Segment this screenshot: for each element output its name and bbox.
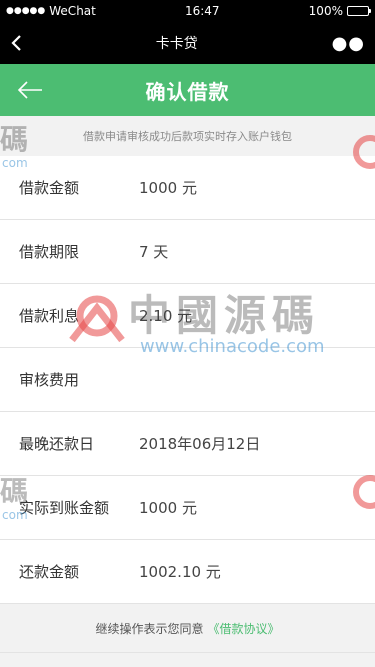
wechat-title: 卡卡贷 — [155, 36, 198, 52]
detail-row-due-date: 最晚还款日 2018年06月12日 — [0, 412, 375, 476]
detail-row-term: 借款期限 7 天 — [0, 220, 375, 284]
detail-row-amount: 借款金额 1000 元 — [0, 156, 375, 220]
status-left: ●●●●● WeChat — [6, 4, 96, 18]
loan-agreement-link[interactable]: 《借款协议》 — [208, 620, 280, 637]
status-time: 16:47 — [184, 4, 220, 18]
row-label: 借款金额 — [19, 179, 80, 197]
detail-row-received: 实际到账金额 1000 元 — [0, 476, 375, 540]
row-value: 7 天 — [139, 243, 169, 261]
row-label: 最晚还款日 — [19, 435, 95, 453]
chevron-left-icon[interactable] — [10, 34, 22, 52]
row-label: 审核费用 — [19, 371, 80, 389]
battery-percent: 100% — [308, 4, 343, 18]
arrow-left-icon[interactable] — [16, 78, 44, 106]
row-value: 2.10 元 — [139, 307, 193, 325]
detail-row-repayment: 还款金额 1002.10 元 — [0, 540, 375, 604]
row-label: 实际到账金额 — [19, 499, 110, 517]
detail-row-interest: 借款利息 2.10 元 — [0, 284, 375, 348]
row-label: 还款金额 — [19, 563, 80, 581]
status-bar: ●●●●● WeChat 16:47 100% — [0, 0, 375, 22]
notice-text: 借款申请审核成功后款项实时存入账户钱包 — [0, 116, 375, 156]
detail-row-review-fee: 审核费用 — [0, 348, 375, 412]
loan-details: 借款金额 1000 元 借款期限 7 天 借款利息 2.10 元 审核费用 最晚… — [0, 156, 375, 604]
carrier-name: WeChat — [49, 4, 96, 18]
battery-icon — [346, 6, 371, 16]
app-header: 确认借款 — [0, 64, 375, 116]
agreement-text: 继续操作表示您同意 — [95, 621, 204, 636]
row-value: 1000 元 — [139, 179, 197, 197]
wechat-nav-bar: 卡卡贷 ●● — [0, 22, 375, 64]
more-dots-icon[interactable]: ●● — [332, 33, 365, 54]
row-value: 1002.10 元 — [139, 563, 221, 581]
page-title: 确认借款 — [145, 79, 230, 104]
battery: 100% — [308, 4, 371, 18]
row-label: 借款利息 — [19, 307, 80, 325]
row-value: 1000 元 — [139, 499, 197, 517]
signal-icon: ●●●●● — [6, 6, 46, 16]
row-value: 2018年06月12日 — [139, 435, 261, 453]
row-label: 借款期限 — [19, 243, 80, 261]
agreement-footer: 继续操作表示您同意 《借款协议》 — [0, 604, 375, 653]
